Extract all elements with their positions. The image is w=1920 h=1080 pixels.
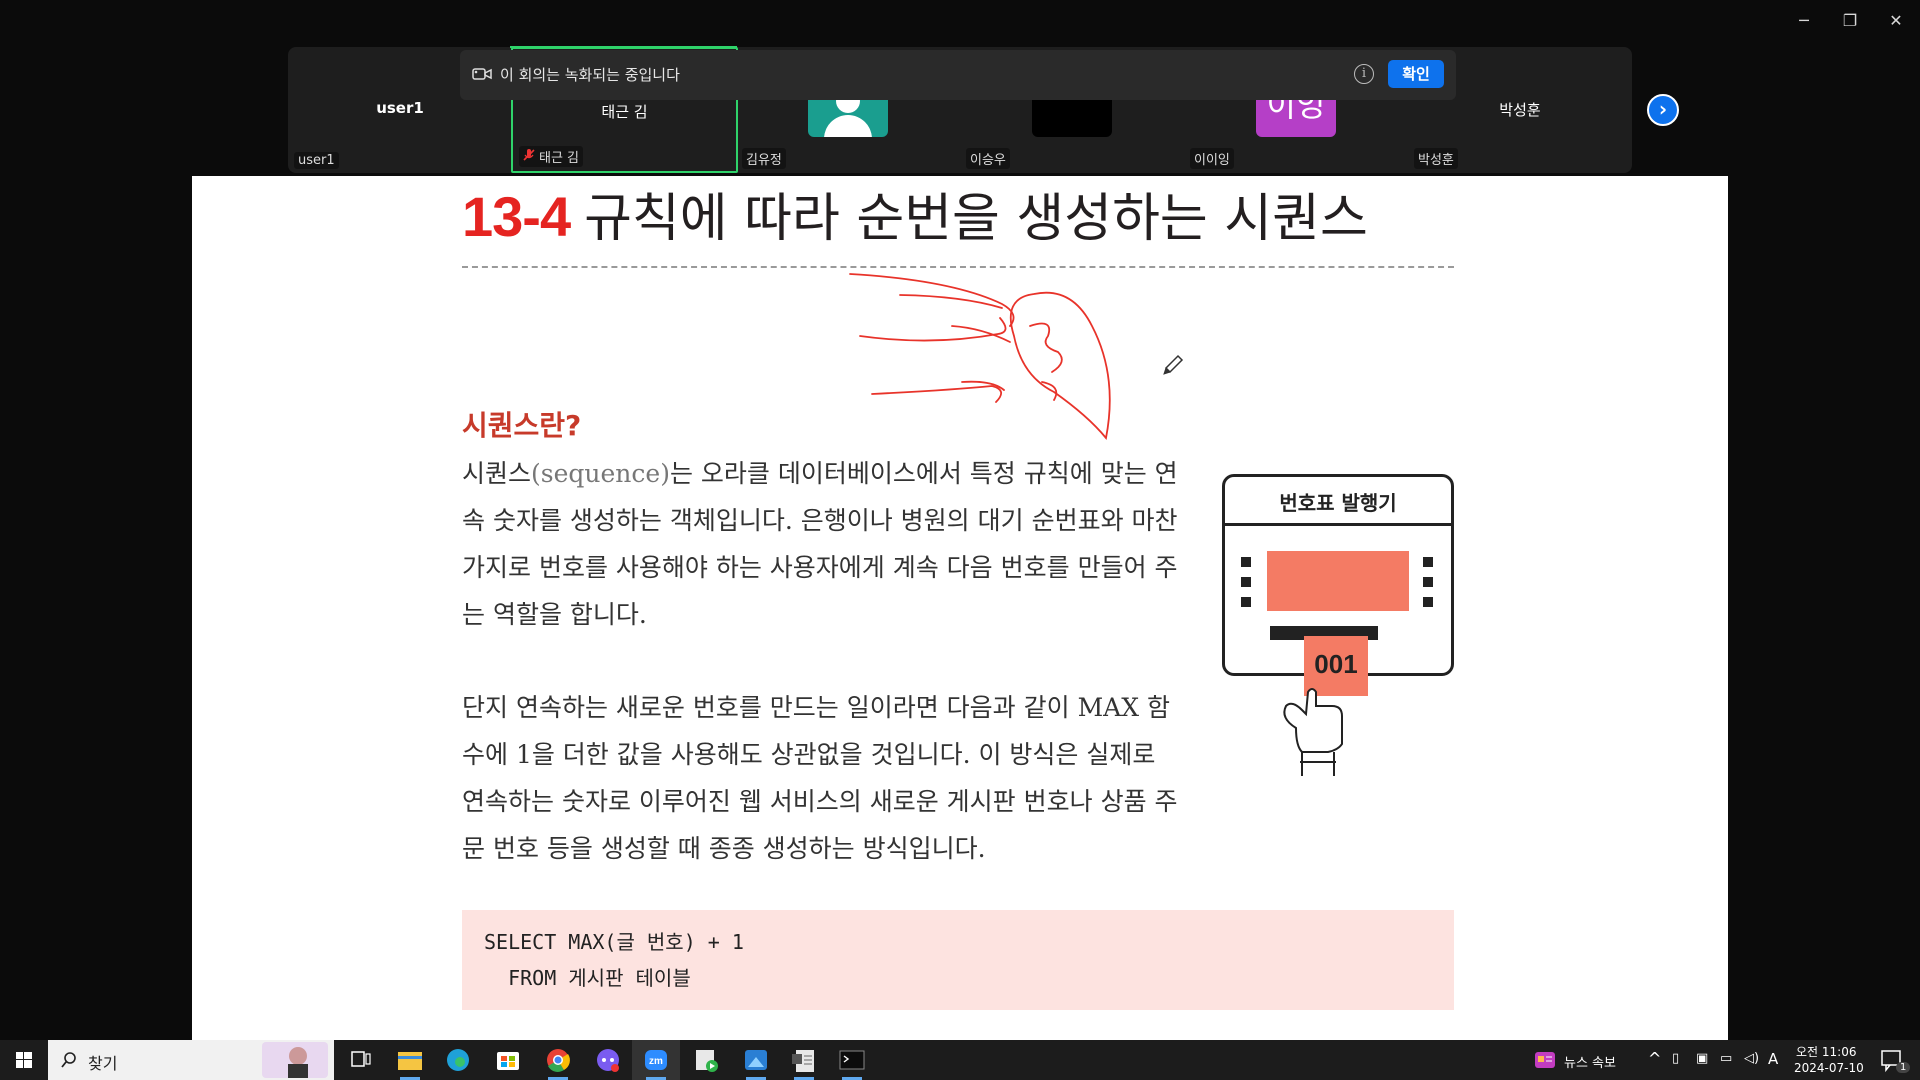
section-heading: 시퀀스란? — [462, 409, 582, 442]
confirm-button[interactable]: 확인 — [1388, 60, 1444, 88]
participant-label: 김유정 — [742, 148, 786, 169]
chrome-icon[interactable] — [534, 1040, 582, 1080]
svg-text:zm: zm — [649, 1056, 663, 1067]
store-icon[interactable] — [484, 1040, 532, 1080]
participant-display-name: 태근 김 — [601, 103, 648, 121]
pen-cursor-icon — [1163, 354, 1184, 375]
discord-icon[interactable] — [584, 1040, 632, 1080]
search-label: 찾기 — [88, 1054, 118, 1073]
participant-label: 이승우 — [966, 148, 1010, 169]
edge-browser-icon[interactable] — [434, 1040, 482, 1080]
participant-label: 박성훈 — [1414, 148, 1458, 169]
search-icon — [61, 1052, 76, 1068]
document-app-icon[interactable] — [780, 1040, 828, 1080]
participant-label-text: 태근 김 — [539, 151, 580, 166]
recording-camera-icon — [472, 68, 492, 80]
file-explorer-icon[interactable] — [386, 1040, 434, 1080]
participant-label: 태근 김 — [519, 146, 584, 167]
news-icon — [1535, 1052, 1555, 1068]
notification-icon — [1881, 1050, 1901, 1073]
notification-count: 1 — [1896, 1062, 1911, 1073]
close-button[interactable]: ✕ — [1876, 8, 1916, 34]
paragraph-1: 시퀀스(sequence)는 오라클 데이터베이스에서 특정 규칙에 맞는 연속… — [462, 450, 1182, 638]
task-view-icon[interactable] — [336, 1040, 384, 1080]
news-widget[interactable]: 뉴스 속보 — [1528, 1040, 1668, 1080]
taskbar-search[interactable]: 찾기 — [48, 1040, 334, 1080]
participant-display-name: 박성훈 — [1499, 101, 1541, 119]
tray-monitor-icon[interactable]: ▣ — [1696, 1051, 1708, 1066]
network-icon[interactable]: ▭ — [1720, 1051, 1732, 1066]
code-block: SELECT MAX(글 번호) + 1 FROM 게시판 테이블 — [462, 910, 1454, 1010]
screen: ─ ❐ ✕ user1 user1 태근 김 태근 김 김유정 이승우 이이잉 … — [0, 0, 1920, 1080]
next-page-button[interactable]: › — [1647, 94, 1679, 126]
windows-icon — [16, 1052, 32, 1068]
recording-banner: 이 회의는 녹화되는 중입니다 i 확인 — [460, 50, 1456, 100]
app-icon-green[interactable] — [682, 1040, 730, 1080]
restore-button[interactable]: ❐ — [1830, 8, 1870, 34]
search-highlight-image — [262, 1042, 328, 1078]
terminal-icon[interactable] — [828, 1040, 876, 1080]
notification-button[interactable]: 1 — [1868, 1040, 1916, 1080]
tray-device-icon[interactable]: ▯ — [1672, 1051, 1679, 1066]
recording-notice-text: 이 회의는 녹화되는 중입니다 — [500, 66, 680, 84]
participant-label: 이이잉 — [1190, 148, 1234, 169]
zoom-app-icon[interactable]: zm — [632, 1040, 680, 1080]
ime-indicator[interactable]: A — [1768, 1050, 1778, 1068]
clock-date[interactable]: 2024-07-10 — [1794, 1061, 1864, 1075]
paragraph-2: 단지 연속하는 새로운 번호를 만드는 일이라면 다음과 같이 MAX 함수에 … — [462, 693, 1178, 863]
code-line-2: FROM 게시판 테이블 — [484, 966, 691, 990]
clock-time[interactable]: 오전 11:06 — [1796, 1043, 1856, 1060]
shared-document: 13-4 규칙에 따라 순번을 생성하는 시퀀스 시퀀스란? 시퀀스(seque… — [192, 176, 1728, 1040]
paragraph-1-term: 시퀀스 — [462, 459, 532, 488]
taskbar: 찾기 zm 뉴스 속보 ^ ▯ ▣ ▭ ◁) A 오전 11:06 2024-0… — [0, 1040, 1920, 1080]
news-label: 뉴스 속보 — [1564, 1056, 1616, 1071]
info-icon[interactable]: i — [1354, 64, 1374, 84]
volume-icon[interactable]: ◁) — [1744, 1051, 1759, 1066]
participant-display-name: user1 — [376, 99, 424, 117]
mic-muted-icon — [523, 149, 535, 161]
minimize-button[interactable]: ─ — [1784, 8, 1824, 34]
paragraph-1-english: (sequence) — [531, 459, 670, 488]
photo-editor-icon[interactable] — [732, 1040, 780, 1080]
code-line-1: SELECT MAX(글 번호) + 1 — [484, 930, 744, 954]
start-button[interactable] — [0, 1040, 48, 1080]
chevron-up-icon[interactable]: ^ — [1648, 1049, 1661, 1068]
active-speaker-indicator — [510, 46, 737, 48]
participant-label: user1 — [294, 152, 339, 169]
